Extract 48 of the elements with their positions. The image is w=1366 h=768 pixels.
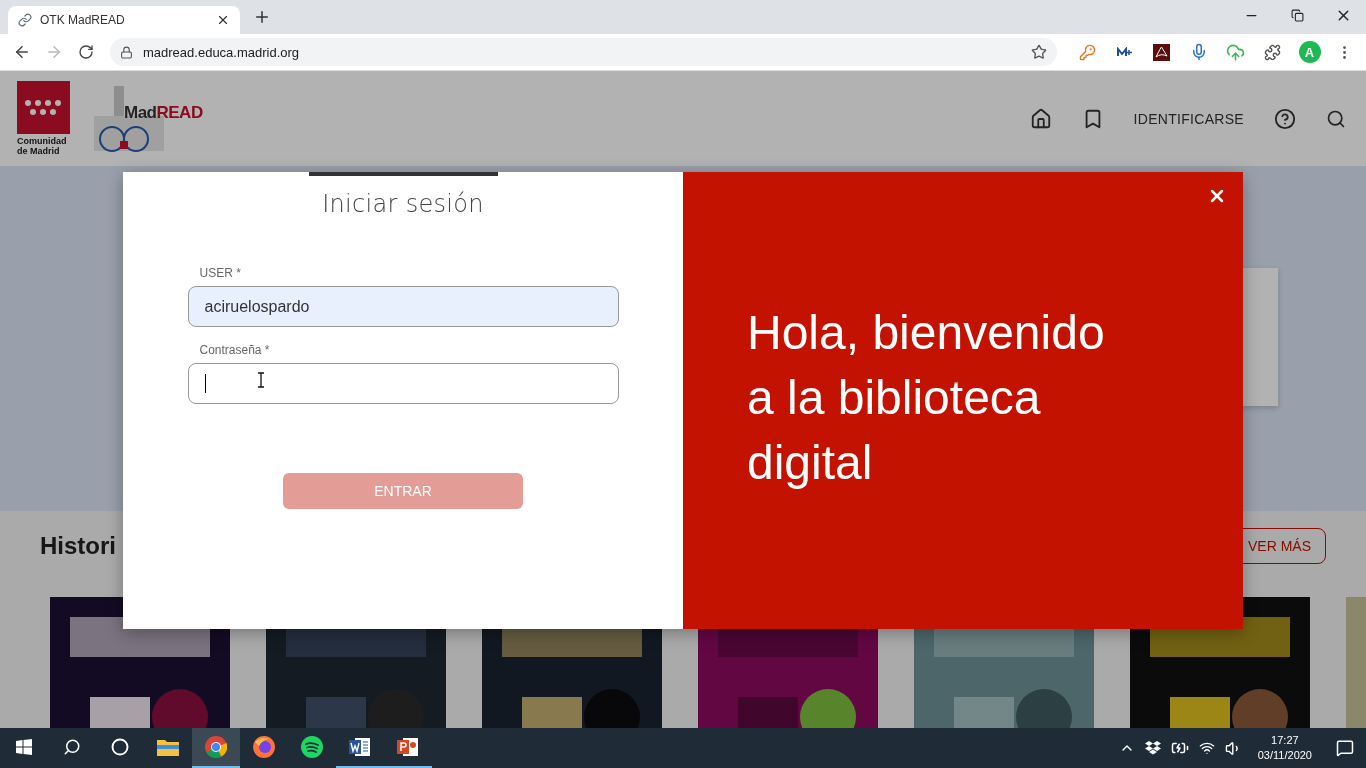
windows-logo-icon[interactable] bbox=[16, 739, 32, 755]
back-icon[interactable] bbox=[13, 43, 31, 61]
search-icon[interactable] bbox=[63, 738, 81, 756]
emblem-icon bbox=[17, 81, 70, 134]
region-name: Comunidad de Madrid bbox=[17, 136, 68, 156]
dropbox-icon[interactable] bbox=[1144, 741, 1161, 755]
lock-icon bbox=[120, 45, 133, 59]
search-icon[interactable] bbox=[1326, 108, 1346, 129]
field-label: USER * bbox=[199, 266, 242, 280]
welcome-text: Hola, bienvenido a la biblioteca digital bbox=[747, 305, 1106, 491]
new-tab-icon[interactable] bbox=[253, 8, 271, 26]
tab-title: OTK MadREAD bbox=[40, 13, 126, 27]
clock-time: 17:27 bbox=[1271, 733, 1299, 748]
browser-logo-icon bbox=[205, 736, 227, 758]
clock-date: 03/11/2020 bbox=[1257, 748, 1312, 763]
wifi-icon[interactable] bbox=[1198, 740, 1215, 756]
clock[interactable]: 17:27 03/11/2020 bbox=[1257, 733, 1312, 763]
login-link[interactable]: IDENTIFICARSE bbox=[1133, 110, 1244, 127]
text-cursor-icon bbox=[256, 372, 265, 388]
text-caret bbox=[204, 374, 206, 393]
notifications-icon[interactable] bbox=[1336, 739, 1354, 757]
section-title: Histori bbox=[40, 532, 116, 560]
browser-tab[interactable]: OTK MadREAD bbox=[8, 6, 240, 34]
reload-icon[interactable] bbox=[78, 44, 94, 60]
help-icon[interactable] bbox=[1274, 107, 1296, 130]
extension-logo-icon[interactable] bbox=[1116, 47, 1133, 57]
login-title: Iniciar sesión bbox=[322, 190, 484, 218]
user-field[interactable]: aciruelospardo bbox=[187, 286, 619, 327]
fox-logo-icon bbox=[253, 736, 275, 758]
key-icon[interactable] bbox=[1079, 43, 1096, 61]
puzzle-icon[interactable] bbox=[1264, 43, 1281, 61]
password-field[interactable] bbox=[187, 363, 619, 404]
field-label: Contraseña * bbox=[199, 343, 271, 357]
music-logo-icon bbox=[301, 736, 323, 758]
logo-text: MadREAD bbox=[124, 103, 203, 123]
slides-app-icon bbox=[397, 736, 419, 758]
close-icon[interactable] bbox=[216, 13, 230, 27]
address-bar[interactable]: madread.educa.madrid.org bbox=[110, 38, 1057, 66]
document-app-icon bbox=[349, 736, 371, 758]
pdf-icon[interactable] bbox=[1153, 43, 1170, 61]
cloud-upload-icon[interactable] bbox=[1226, 42, 1245, 62]
folder-icon bbox=[157, 738, 179, 756]
link-icon bbox=[18, 13, 32, 27]
url-text: madread.educa.madrid.org bbox=[143, 44, 301, 60]
circle-icon[interactable] bbox=[111, 738, 129, 756]
star-icon[interactable] bbox=[1031, 44, 1047, 60]
home-icon[interactable] bbox=[1029, 107, 1052, 130]
restore-icon[interactable] bbox=[1290, 8, 1304, 22]
